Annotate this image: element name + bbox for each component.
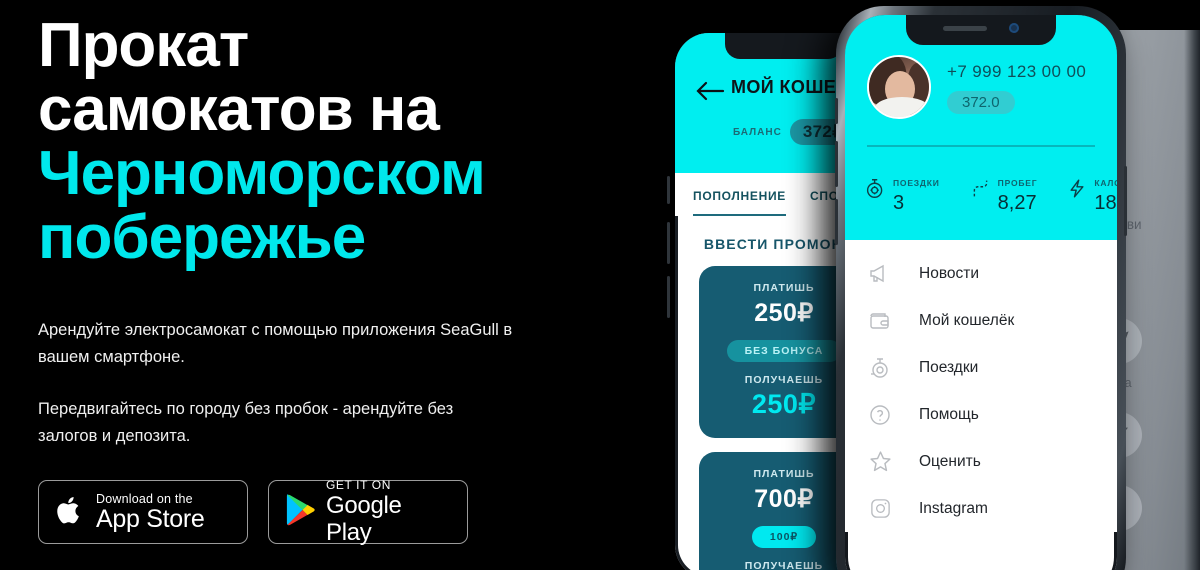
profile-header: +7 999 123 00 00 372.0 ПОЕЗДКИ 3 ПРОБЕГ … [845, 15, 1117, 240]
profile-points-badge: 372.0 [947, 91, 1015, 114]
headline-line-1: Прокат [38, 11, 249, 80]
phone-side-button[interactable] [667, 276, 670, 318]
headline-line-2: самокатов на [38, 75, 440, 144]
stat-distance-value: 8,27 [997, 192, 1037, 214]
menu-item-rate-label: Оценить [919, 452, 981, 470]
hero-section: Прокат самокатов на Черноморском побереж… [0, 0, 1200, 570]
phone-volume-down-button[interactable] [667, 222, 670, 264]
hero-paragraph-1: Арендуйте электросамокат с помощью прило… [38, 321, 513, 366]
stat-distance-text: ПРОБЕГ 8,27 [998, 173, 1038, 214]
stat-trips-value: 3 [893, 192, 905, 214]
menu-item-rate[interactable]: Оценить [845, 438, 1117, 485]
phone-volume-down[interactable] [835, 199, 838, 245]
avatar-clothing [875, 97, 929, 117]
menu-item-instagram[interactable]: Instagram [845, 485, 1117, 532]
menu-item-news[interactable]: Новости [845, 250, 1117, 297]
phone-mute-switch[interactable] [835, 98, 838, 124]
phone-notch [725, 33, 843, 59]
menu-item-trips-label: Поездки [919, 358, 979, 376]
phone-volume-up[interactable] [835, 141, 838, 187]
stat-distance-label: ПРОБЕГ [997, 178, 1038, 188]
stat-calories: КАЛОРИИ 182 [1067, 173, 1117, 214]
balance-label: БАЛАНС [733, 126, 782, 138]
google-play-icon [285, 493, 315, 531]
stat-trips-label: ПОЕЗДКИ [893, 178, 940, 188]
phone-notch [906, 15, 1056, 45]
instagram-icon [867, 496, 893, 522]
megaphone-icon [867, 261, 893, 287]
stat-trips: ПОЕЗДКИ 3 [865, 173, 940, 214]
hero-copy: Прокат самокатов на Черноморском побереж… [38, 14, 648, 546]
phone-power-button[interactable] [1124, 166, 1127, 236]
menu-item-wallet-label: Мой кошелёк [919, 311, 1015, 329]
avatar[interactable] [867, 55, 931, 119]
app-store-text: Download on the App Store [96, 491, 205, 533]
app-store-big-label: App Store [96, 504, 205, 533]
headline-line-3: Черноморском [38, 139, 486, 208]
star-icon [867, 449, 893, 475]
stat-trips-text: ПОЕЗДКИ 3 [893, 173, 940, 214]
menu-screen: +7 999 123 00 00 372.0 ПОЕЗДКИ 3 ПРОБЕГ … [845, 15, 1117, 570]
google-play-button[interactable]: GET IT ON Google Play [268, 478, 468, 546]
menu-item-instagram-label: Instagram [919, 499, 988, 517]
menu-item-news-label: Новости [919, 264, 980, 282]
google-play-text: GET IT ON Google Play [326, 478, 451, 546]
back-arrow-icon[interactable] [695, 80, 725, 102]
headline-line-4: побережье [38, 203, 366, 272]
phone-volume-up-button[interactable] [667, 176, 670, 204]
front-camera [1009, 23, 1019, 33]
store-badges: Download on the App Store GET IT ON Goog… [38, 478, 468, 546]
bonus-badge-2: 100₽ [751, 526, 817, 548]
hero-paragraph-2: Передвигайтесь по городу без пробок - ар… [38, 400, 454, 445]
wheel-icon [867, 355, 893, 381]
menu-item-wallet[interactable]: Мой кошелёк [845, 297, 1117, 344]
wheel-icon [865, 178, 886, 204]
tab-topup[interactable]: ПОПОЛНЕНИЕ [693, 189, 787, 216]
map-phone-edge [1184, 30, 1200, 570]
bonus-badge-1: БЕЗ БОНУСА [726, 340, 842, 362]
menu-item-trips[interactable]: Поездки [845, 344, 1117, 391]
menu-item-help[interactable]: Помощь [845, 391, 1117, 438]
apple-icon [55, 492, 85, 533]
stat-calories-label: КАЛОРИИ [1094, 178, 1117, 188]
menu-phone: +7 999 123 00 00 372.0 ПОЕЗДКИ 3 ПРОБЕГ … [835, 6, 1127, 570]
app-store-button[interactable]: Download on the App Store [38, 480, 248, 544]
stat-distance: ПРОБЕГ 8,27 [970, 173, 1038, 214]
wallet-icon [867, 308, 893, 334]
stat-calories-text: КАЛОРИИ 182 [1094, 173, 1117, 214]
header-divider [867, 145, 1095, 147]
page-title: Прокат самокатов на Черноморском побереж… [38, 14, 648, 270]
profile-stats: ПОЕЗДКИ 3 ПРОБЕГ 8,27 КАЛ 18 [865, 173, 1117, 214]
profile-phone-number: +7 999 123 00 00 [947, 62, 1087, 81]
earpiece-speaker [943, 25, 987, 31]
stat-calories-value: 182 [1094, 192, 1117, 214]
lightning-icon [1067, 178, 1087, 204]
google-play-big-label: Google Play [326, 492, 402, 546]
app-store-small-label: Download on the [96, 491, 193, 506]
navigation-menu: Новости Мой кошелёк Поездки Помощь Оцени… [845, 240, 1117, 532]
route-icon [970, 178, 991, 204]
question-circle-icon [867, 402, 893, 428]
menu-item-help-label: Помощь [919, 405, 979, 423]
google-play-small-label: GET IT ON [326, 478, 391, 492]
phone-mockups: овой анск-Серви Информа те ги [640, 0, 1200, 570]
